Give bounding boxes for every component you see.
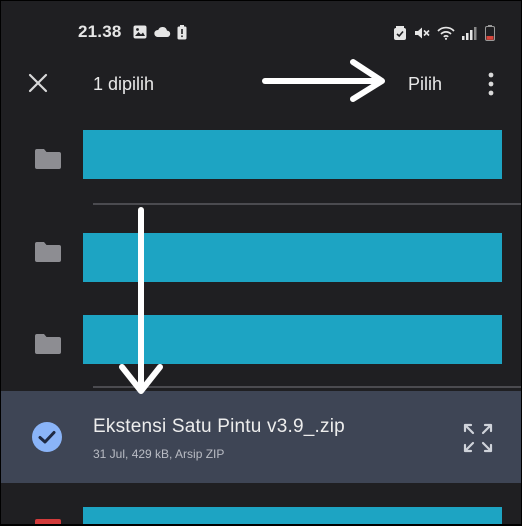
image-icon [133, 25, 147, 39]
file-meta: 31 Jul, 429 kB, Arsip ZIP [93, 447, 225, 461]
cloud-icon [154, 27, 171, 37]
expand-icon[interactable] [461, 421, 495, 455]
select-button[interactable]: Pilih [408, 74, 442, 95]
zip-file-icon [35, 519, 61, 524]
close-icon[interactable] [26, 71, 50, 95]
battery-low-icon [485, 25, 495, 41]
folder-icon [35, 334, 61, 354]
folder-icon [35, 149, 61, 169]
redacted-file-name [83, 507, 502, 524]
signal-icon [462, 27, 477, 40]
battery-alert-icon [177, 25, 187, 40]
status-time: 21.38 [78, 22, 122, 41]
phone-screen: 21.38 1 dipilih Pilih Ekstensi Satu Pint… [1, 1, 521, 524]
app-bar: 1 dipilih Pilih [1, 61, 521, 107]
wifi-icon [437, 26, 455, 40]
selection-count-title: 1 dipilih [93, 74, 155, 94]
list-item-partial[interactable] [1, 483, 521, 524]
status-left-icons [133, 25, 187, 40]
status-bar: 21.38 [1, 1, 521, 61]
redacted-folder-name [83, 315, 502, 364]
redacted-folder-name [83, 130, 502, 179]
list-divider [93, 386, 521, 388]
selected-file-row[interactable]: Ekstensi Satu Pintu v3.9_.zip 31 Jul, 42… [1, 391, 521, 483]
more-vert-icon[interactable] [483, 71, 499, 97]
list-item-folder[interactable] [1, 107, 521, 207]
folder-icon [35, 242, 61, 262]
redacted-folder-name [83, 233, 502, 282]
alarm-icon [394, 25, 406, 40]
list-divider [93, 203, 521, 205]
file-name: Ekstensi Satu Pintu v3.9_.zip [93, 416, 345, 437]
status-right-icons [393, 25, 495, 41]
list-item-folder[interactable] [1, 301, 521, 391]
mute-icon [415, 27, 430, 39]
check-circle-icon[interactable] [31, 421, 63, 453]
list-item-folder[interactable] [1, 209, 521, 301]
